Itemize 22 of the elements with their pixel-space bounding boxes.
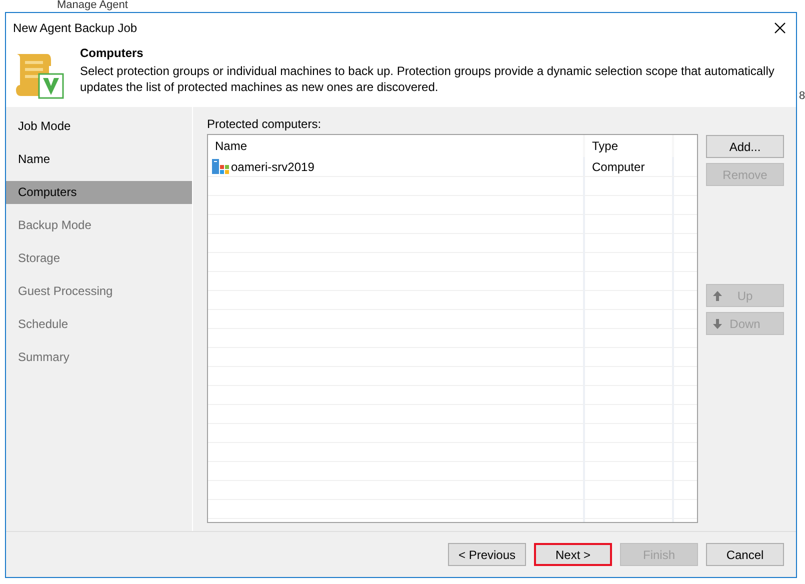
page-heading: Computers: [80, 46, 144, 60]
wizard-button[interactable]: < Previous: [448, 543, 526, 566]
table-cell: Computer: [585, 157, 674, 176]
background-text: Manage Agent: [57, 0, 128, 11]
sidebar-item[interactable]: Name: [6, 148, 192, 171]
arrow-down-icon: [713, 319, 722, 329]
column-header[interactable]: Type: [585, 135, 674, 157]
action-button[interactable]: Add...: [706, 135, 784, 158]
column-header[interactable]: Name: [208, 135, 585, 157]
arrow-up-icon: [713, 291, 722, 301]
table-cell[interactable]: oameri-srv2019: [208, 157, 585, 176]
sidebar-item[interactable]: Job Mode: [6, 115, 192, 138]
wizard-button[interactable]: Next >: [534, 543, 612, 566]
wizard-button[interactable]: Cancel: [706, 543, 784, 566]
page-description: Select protection groups or individual machines to back up. Protection groups provide a dynamic selection scope that automatically updates the list of protected machines as new ones are discovered.: [80, 63, 776, 95]
computer-name: oameri-srv2019: [231, 160, 314, 174]
table-label: Protected computers:: [207, 117, 322, 131]
close-icon[interactable]: [774, 22, 786, 34]
background-text: 8: [799, 90, 805, 102]
sidebar-item[interactable]: Computers: [6, 181, 192, 204]
window-title: New Agent Backup Job: [13, 20, 138, 34]
server-icon: [212, 159, 229, 174]
